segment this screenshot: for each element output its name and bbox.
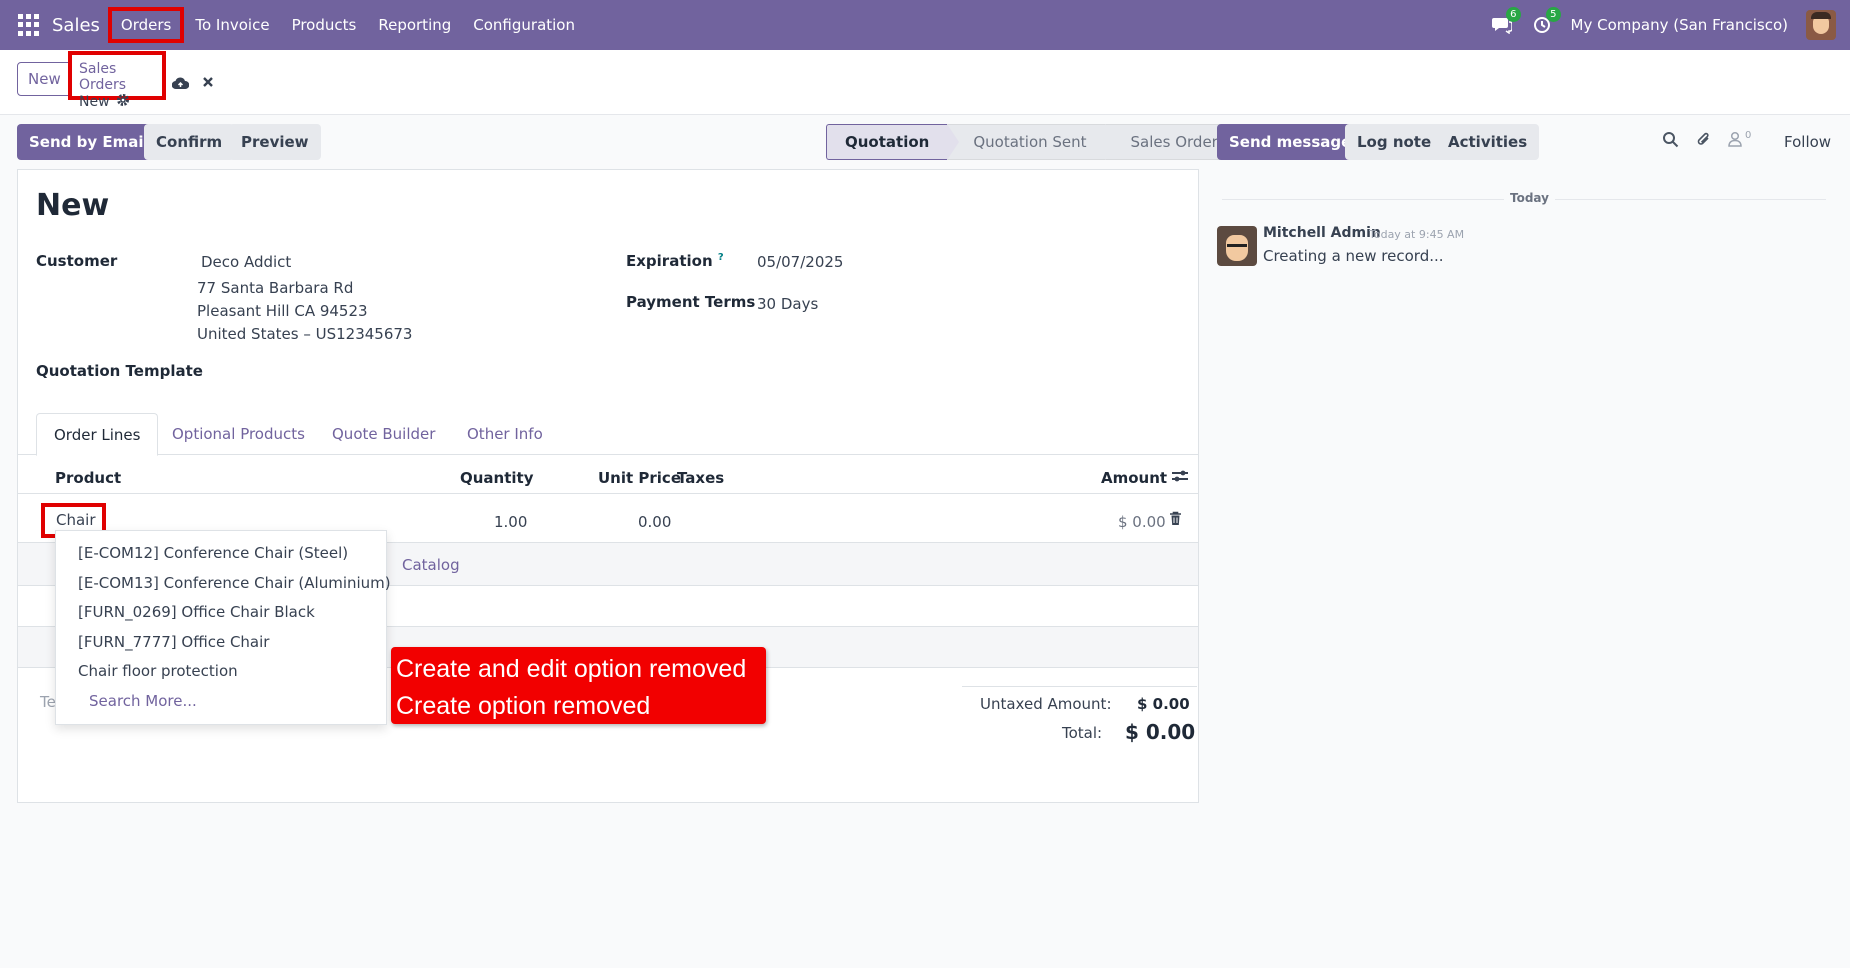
menu-orders[interactable]: Orders xyxy=(107,7,185,43)
untaxed-amount-value: $ 0.00 xyxy=(1137,695,1190,713)
payment-terms-label: Payment Terms xyxy=(626,293,756,311)
confirm-button[interactable]: Confirm xyxy=(144,124,235,160)
col-product-header[interactable]: Product xyxy=(55,469,121,487)
systray: 6 5 My Company (San Francisco) xyxy=(1491,7,1850,40)
col-taxes-header[interactable]: Taxes xyxy=(677,469,724,487)
customer-address-line2: Pleasant Hill CA 94523 xyxy=(197,302,368,320)
payment-terms-field[interactable]: 30 Days xyxy=(757,295,818,313)
search-more-option[interactable]: Search More... xyxy=(56,687,386,717)
preview-button[interactable]: Preview xyxy=(229,124,321,160)
expiration-label: Expiration ? xyxy=(626,252,724,270)
unit-price-input[interactable]: 0.00 xyxy=(638,513,671,531)
send-by-email-button[interactable]: Send by Email xyxy=(17,124,161,160)
total-label: Total: xyxy=(1062,724,1103,742)
log-note-button[interactable]: Log note xyxy=(1345,124,1444,160)
autocomplete-option[interactable]: [E-COM13] Conference Chair (Aluminium) xyxy=(56,569,391,599)
menu-configuration[interactable]: Configuration xyxy=(462,9,586,41)
tab-optional-products[interactable]: Optional Products xyxy=(155,413,322,455)
tab-quote-builder[interactable]: Quote Builder xyxy=(315,413,452,455)
main-menu: Orders To Invoice Products Reporting Con… xyxy=(107,0,586,50)
quotation-template-label: Quotation Template xyxy=(36,362,203,380)
follow-button[interactable]: Follow xyxy=(1784,133,1831,151)
gear-icon[interactable] xyxy=(116,93,130,111)
breadcrumb-current-label: New xyxy=(79,94,110,110)
totals-divider xyxy=(962,686,1197,687)
activities-count-badge: 5 xyxy=(1546,7,1561,22)
message-time: Today at 9:45 AM xyxy=(1369,228,1465,241)
customer-address-line1: 77 Santa Barbara Rd xyxy=(197,279,354,297)
autocomplete-option[interactable]: [E-COM12] Conference Chair (Steel) xyxy=(56,539,386,569)
activities-clock-icon[interactable]: 5 xyxy=(1531,7,1561,36)
menu-to-invoice[interactable]: To Invoice xyxy=(184,9,280,41)
customer-label: Customer xyxy=(36,252,118,270)
user-avatar[interactable] xyxy=(1806,10,1836,40)
catalog-link[interactable]: Catalog xyxy=(402,556,460,574)
apps-grid-icon[interactable] xyxy=(18,14,40,36)
messages-icon[interactable]: 6 xyxy=(1491,7,1521,36)
menu-reporting[interactable]: Reporting xyxy=(367,9,462,41)
top-navbar: Sales Orders To Invoice Products Reporti… xyxy=(0,0,1850,50)
autocomplete-option[interactable]: Chair floor protection xyxy=(56,657,386,687)
cloud-save-icon[interactable] xyxy=(171,76,190,94)
menu-products[interactable]: Products xyxy=(281,9,368,41)
search-icon[interactable] xyxy=(1662,131,1679,153)
autocomplete-option[interactable]: [FURN_0269] Office Chair Black xyxy=(56,598,386,628)
notebook-tabs: Order Lines Optional Products Quote Buil… xyxy=(18,413,1198,456)
col-quantity-header[interactable]: Quantity xyxy=(460,469,534,487)
tab-order-lines[interactable]: Order Lines xyxy=(36,413,159,456)
tab-other-info[interactable]: Other Info xyxy=(450,413,560,455)
control-panel: New Sales Orders New xyxy=(0,50,1850,115)
breadcrumb-sales-orders[interactable]: Sales Orders xyxy=(79,61,162,93)
total-value: $ 0.00 xyxy=(1125,720,1196,744)
breadcrumb-current: New xyxy=(79,93,162,111)
annotation-line-1: Create and edit option removed xyxy=(396,655,747,683)
untaxed-amount-label: Untaxed Amount: xyxy=(980,695,1112,713)
message-body: Creating a new record... xyxy=(1263,247,1444,265)
col-amount-header[interactable]: Amount xyxy=(1101,469,1167,487)
help-tooltip-icon[interactable]: ? xyxy=(718,252,724,263)
company-switcher[interactable]: My Company (San Francisco) xyxy=(1571,16,1788,34)
discard-close-icon[interactable] xyxy=(202,74,214,92)
app-name[interactable]: Sales xyxy=(52,15,100,36)
trash-icon[interactable] xyxy=(1169,511,1182,530)
paperclip-icon[interactable] xyxy=(1695,131,1712,153)
stage-quotation[interactable]: Quotation xyxy=(826,124,960,160)
quantity-input[interactable]: 1.00 xyxy=(494,513,527,531)
stage-quotation-sent[interactable]: Quotation Sent xyxy=(947,124,1117,160)
expiration-date-field[interactable]: 05/07/2025 xyxy=(757,253,843,271)
terms-conditions-field[interactable]: Te xyxy=(40,693,56,711)
header-divider xyxy=(18,493,1198,494)
message-author[interactable]: Mitchell Admin xyxy=(1263,225,1381,241)
date-separator-label: Today xyxy=(1504,191,1555,205)
autocomplete-option[interactable]: [FURN_7777] Office Chair xyxy=(56,628,386,658)
followers-count: 0 xyxy=(1745,130,1752,141)
followers-icon[interactable] xyxy=(1728,131,1742,152)
annotation-line-2: Create option removed xyxy=(396,692,651,720)
breadcrumb: Sales Orders New xyxy=(68,51,166,110)
record-title: New xyxy=(36,188,110,223)
status-bar: Quotation Quotation Sent Sales Order xyxy=(826,124,1236,160)
activities-button[interactable]: Activities xyxy=(1436,124,1540,160)
expiration-label-text: Expiration xyxy=(626,252,713,270)
customer-address-line3: United States – US12345673 xyxy=(197,325,413,343)
new-record-button[interactable]: New xyxy=(17,62,72,96)
col-unit-price-header[interactable]: Unit Price xyxy=(598,469,681,487)
line-amount: $ 0.00 xyxy=(1118,513,1166,531)
optional-columns-toggle-icon[interactable] xyxy=(1171,468,1189,488)
author-avatar[interactable] xyxy=(1217,226,1257,266)
send-message-button[interactable]: Send message xyxy=(1217,124,1364,160)
annotation-callout: Create and edit option removed Create op… xyxy=(391,647,766,724)
customer-field[interactable]: Deco Addict xyxy=(201,253,291,271)
messages-count-badge: 6 xyxy=(1506,7,1521,22)
product-autocomplete-dropdown: [E-COM12] Conference Chair (Steel) [E-CO… xyxy=(55,530,391,725)
